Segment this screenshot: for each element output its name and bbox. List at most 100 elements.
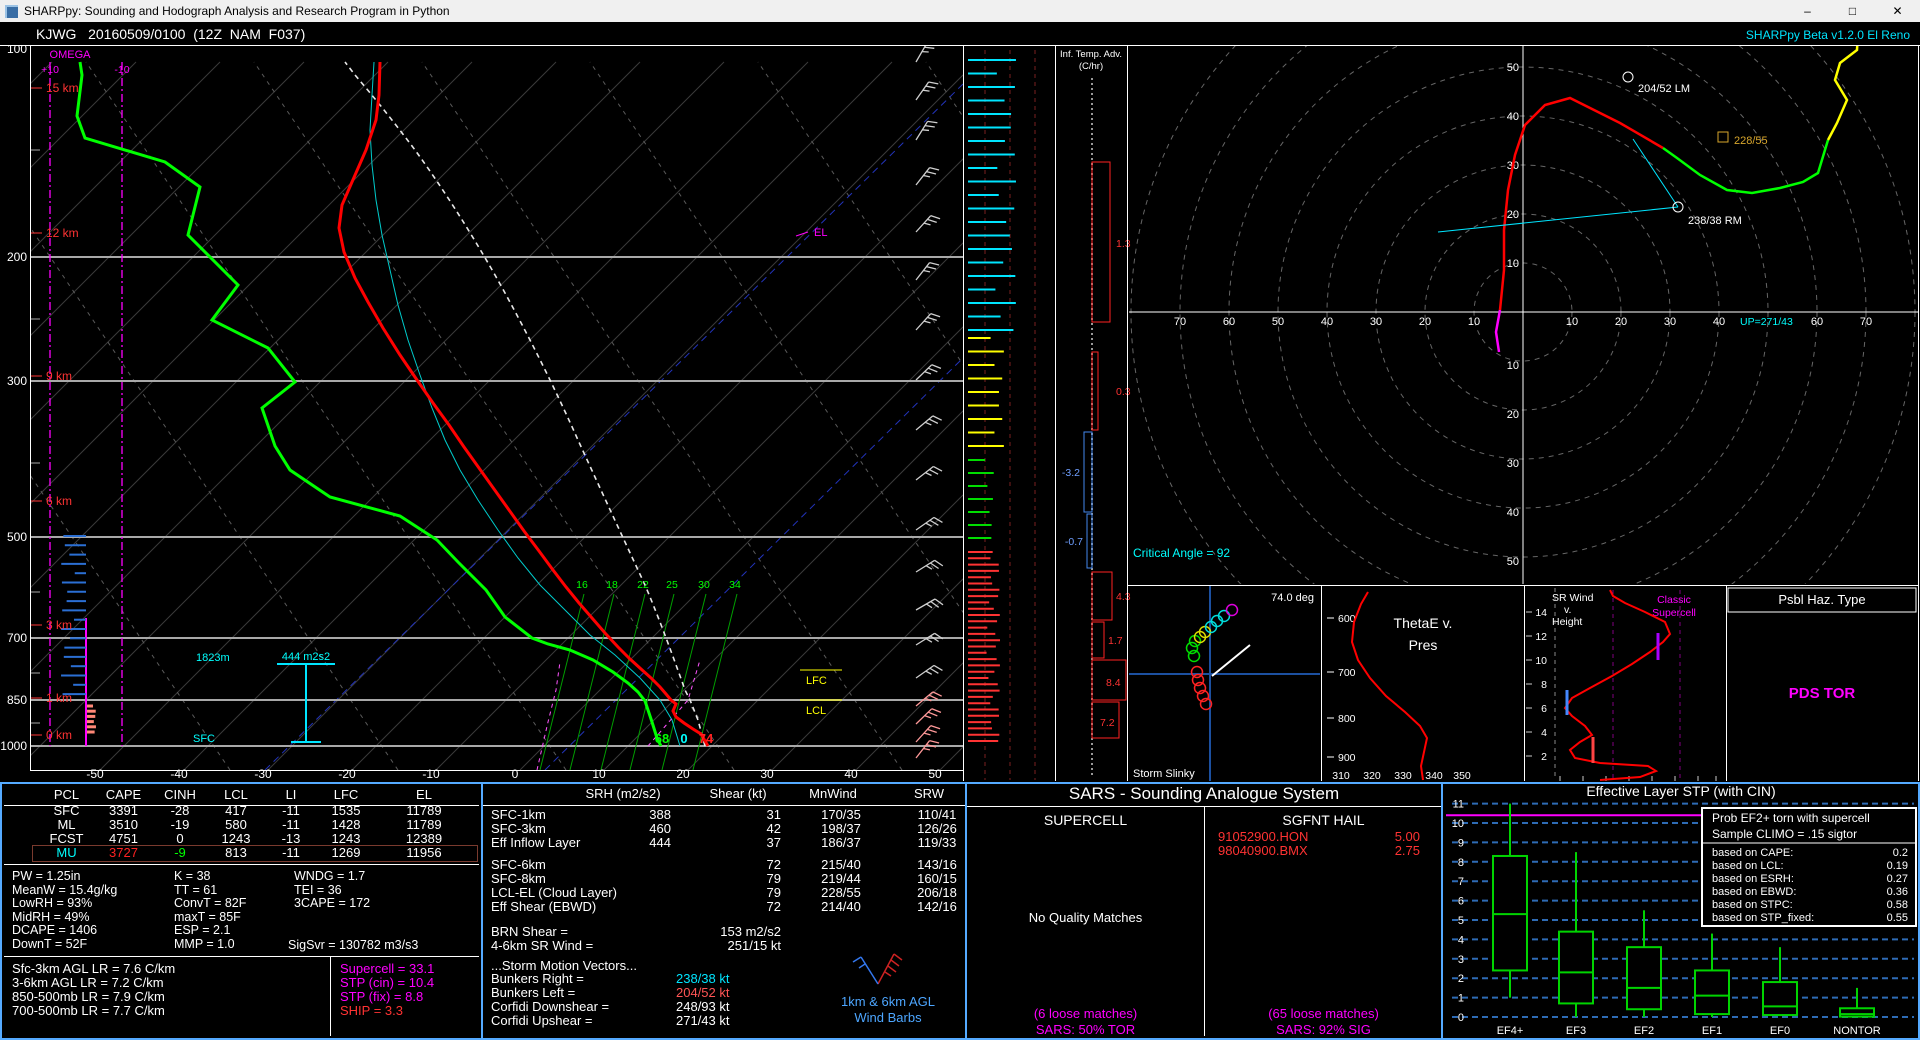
svg-text:20: 20	[1419, 316, 1431, 328]
index-line: STP (cin) = 10.4	[340, 976, 434, 990]
sfc-label: SFC	[193, 733, 215, 745]
svg-text:60: 60	[1811, 316, 1823, 328]
kin-cell: LCL-EL (Cloud Layer)	[491, 886, 636, 900]
kin-cell: SFC-3km	[491, 822, 636, 836]
svg-text:based on STP_fixed:: based on STP_fixed:	[1712, 912, 1814, 924]
el-label: EL	[814, 227, 827, 239]
srwind-panel[interactable]: SR Wind v. Height Classic Supercell 14 1…	[1526, 588, 1716, 781]
stp-title: Effective Layer STP (with CIN)	[1586, 783, 1775, 799]
svg-text:20: 20	[676, 767, 690, 781]
svg-text:6 km: 6 km	[46, 494, 72, 508]
svg-text:2: 2	[1458, 973, 1464, 985]
sars-supercell-body: No Quality Matches	[967, 910, 1204, 925]
index-line: Supercell = 33.1	[340, 962, 434, 976]
title-bar[interactable]: SHARPpy: Sounding and Hodograph Analysis…	[0, 0, 1920, 22]
svg-text:3: 3	[1458, 954, 1464, 966]
srwind-title-3: Height	[1552, 616, 1582, 628]
kin-cell	[636, 886, 671, 900]
sars-supercell-header: SUPERCELL	[967, 812, 1204, 828]
kin-cell: 72	[671, 858, 781, 872]
svg-text:60: 60	[1223, 316, 1235, 328]
stp-category-labels: EF4+ EF3 EF2 EF1 EF0 NONTOR	[1497, 1025, 1881, 1037]
svg-text:30: 30	[1507, 458, 1519, 470]
svg-text:40: 40	[1321, 316, 1333, 328]
maximize-button[interactable]: □	[1830, 0, 1875, 22]
thermo-header-cell: PCL	[38, 786, 95, 804]
storm-slinky-panel[interactable]: 74.0 deg Storm Slinky	[1129, 586, 1320, 781]
sars-hail-matches[interactable]: 5.0091052900.HON2.7598040900.BMX	[1218, 830, 1420, 858]
svg-text:4.3: 4.3	[1116, 591, 1131, 603]
sr46-value: 251/15 kt	[651, 938, 781, 953]
svg-text:based on EBWD:: based on EBWD:	[1712, 886, 1796, 898]
slinky-title: Storm Slinky	[1133, 768, 1195, 780]
svg-text:16: 16	[576, 579, 588, 591]
svg-text:340: 340	[1425, 770, 1443, 782]
svg-text:1000: 1000	[0, 739, 27, 753]
svg-text:70: 70	[1860, 316, 1872, 328]
svg-text:12 km: 12 km	[46, 226, 79, 240]
version-label: SHARPpy Beta v1.2.0 El Reno	[1746, 28, 1910, 42]
kin-cell: 79	[671, 886, 781, 900]
thermo-panel[interactable]: PCLCAPECINHLCLLILFCELSFC3391-28417-11153…	[2, 782, 481, 1036]
svg-text:50: 50	[1272, 316, 1284, 328]
svg-text:1.7: 1.7	[1108, 635, 1123, 647]
hazard-panel[interactable]: Psbl Haz. Type PDS TOR	[1728, 588, 1916, 702]
svg-text:300: 300	[7, 374, 27, 388]
kin-cell: 219/44	[781, 872, 901, 886]
barb-caption: 1km & 6km AGL Wind Barbs	[813, 994, 963, 1026]
svg-text:9 km: 9 km	[46, 369, 72, 383]
thetae-panel[interactable]: ThetaE v. Pres 600 700 800 900 310 320 3…	[1327, 592, 1471, 782]
svg-text:1 km: 1 km	[46, 691, 72, 705]
sars-match-row[interactable]: 2.7598040900.BMX	[1218, 844, 1420, 858]
stp-panel[interactable]: Effective Layer STP (with CIN) 012345678…	[1443, 782, 1918, 1040]
kin-cell: Eff Shear (EBWD)	[491, 900, 636, 914]
selected-parcel-box[interactable]	[32, 845, 478, 862]
kin-cell: 126/26	[901, 822, 973, 836]
wind-speed-profile-panel[interactable]	[968, 50, 1035, 780]
svg-text:based on ESRH:: based on ESRH:	[1712, 873, 1794, 885]
station-time-label: KJWG 20160509/0100 (12Z NAM F037)	[36, 26, 305, 42]
kinematics-panel[interactable]: SRH (m2/s2) Shear (kt) MnWind SRW SFC-1k…	[483, 782, 965, 1040]
svg-text:15 km: 15 km	[46, 81, 79, 95]
stats-strip: PCLCAPECINHLCLLILFCELSFC3391-28417-11153…	[0, 782, 1920, 1040]
skewt-panel[interactable]: OMEGA +10 -10	[0, 45, 1648, 781]
svg-text:0.36: 0.36	[1887, 886, 1908, 898]
sars-match-row[interactable]: 5.0091052900.HON	[1218, 830, 1420, 844]
kin-cell: Eff Inflow Layer	[491, 836, 636, 850]
thermo-cell: 11789	[374, 818, 474, 832]
svg-text:7: 7	[1458, 876, 1464, 888]
srw-header: SRW	[893, 786, 965, 801]
minimize-button[interactable]: –	[1785, 0, 1830, 22]
right-mover-label: 238/38 RM	[1688, 215, 1742, 227]
srwind-badge-2: Supercell	[1652, 607, 1696, 619]
stp-legend-line2: Sample CLIMO = .15 sigtor	[1712, 827, 1857, 841]
svg-text:-50: -50	[86, 767, 104, 781]
storm-motion-markers[interactable]: 204/52 LM 228/55 238/38 RM	[1623, 72, 1768, 227]
surface-temp-label: 74	[699, 731, 714, 746]
skewt-height-labels: 15 km 12 km 9 km 6 km 3 km 1 km 0 km	[30, 81, 79, 742]
svg-text:30: 30	[1664, 316, 1676, 328]
sars-supercell-matches: (6 loose matches)	[967, 1006, 1204, 1021]
stp-legend-line1: Prob EF2+ torn with supercell	[1712, 811, 1870, 825]
thermo-cell: 1428	[318, 818, 374, 832]
mean-wind-marker[interactable]	[1718, 132, 1728, 142]
temp-adv-units: (C/hr)	[1079, 61, 1103, 72]
svg-text:5: 5	[1458, 915, 1464, 927]
svg-text:0: 0	[1458, 1012, 1464, 1024]
vector-value: 238/38 kt	[676, 972, 730, 986]
parcel-trace	[345, 62, 705, 746]
stat-line: LowRH = 93%	[12, 897, 117, 911]
temp-adv-title: Inf. Temp. Adv.	[1060, 49, 1122, 60]
svg-text:500: 500	[7, 530, 27, 544]
thermo-cell: 12389	[374, 832, 474, 846]
svg-text:10: 10	[1507, 360, 1519, 372]
temp-advection-panel[interactable]: Inf. Temp. Adv. (C/hr) 1.3 0.3 -3.2 -0.7…	[1060, 49, 1131, 778]
svg-text:310: 310	[1332, 770, 1350, 782]
srwind-height-labels: 14 12 10 8 6 4 2	[1535, 607, 1547, 763]
main-plot-area[interactable]: OMEGA +10 -10	[0, 45, 1920, 782]
mean-wind-label: 228/55	[1734, 135, 1768, 147]
stat-line: MidRH = 49%	[12, 911, 117, 925]
close-button[interactable]: ✕	[1875, 0, 1920, 22]
svg-text:8: 8	[1458, 857, 1464, 869]
left-mover-marker[interactable]	[1623, 72, 1633, 82]
